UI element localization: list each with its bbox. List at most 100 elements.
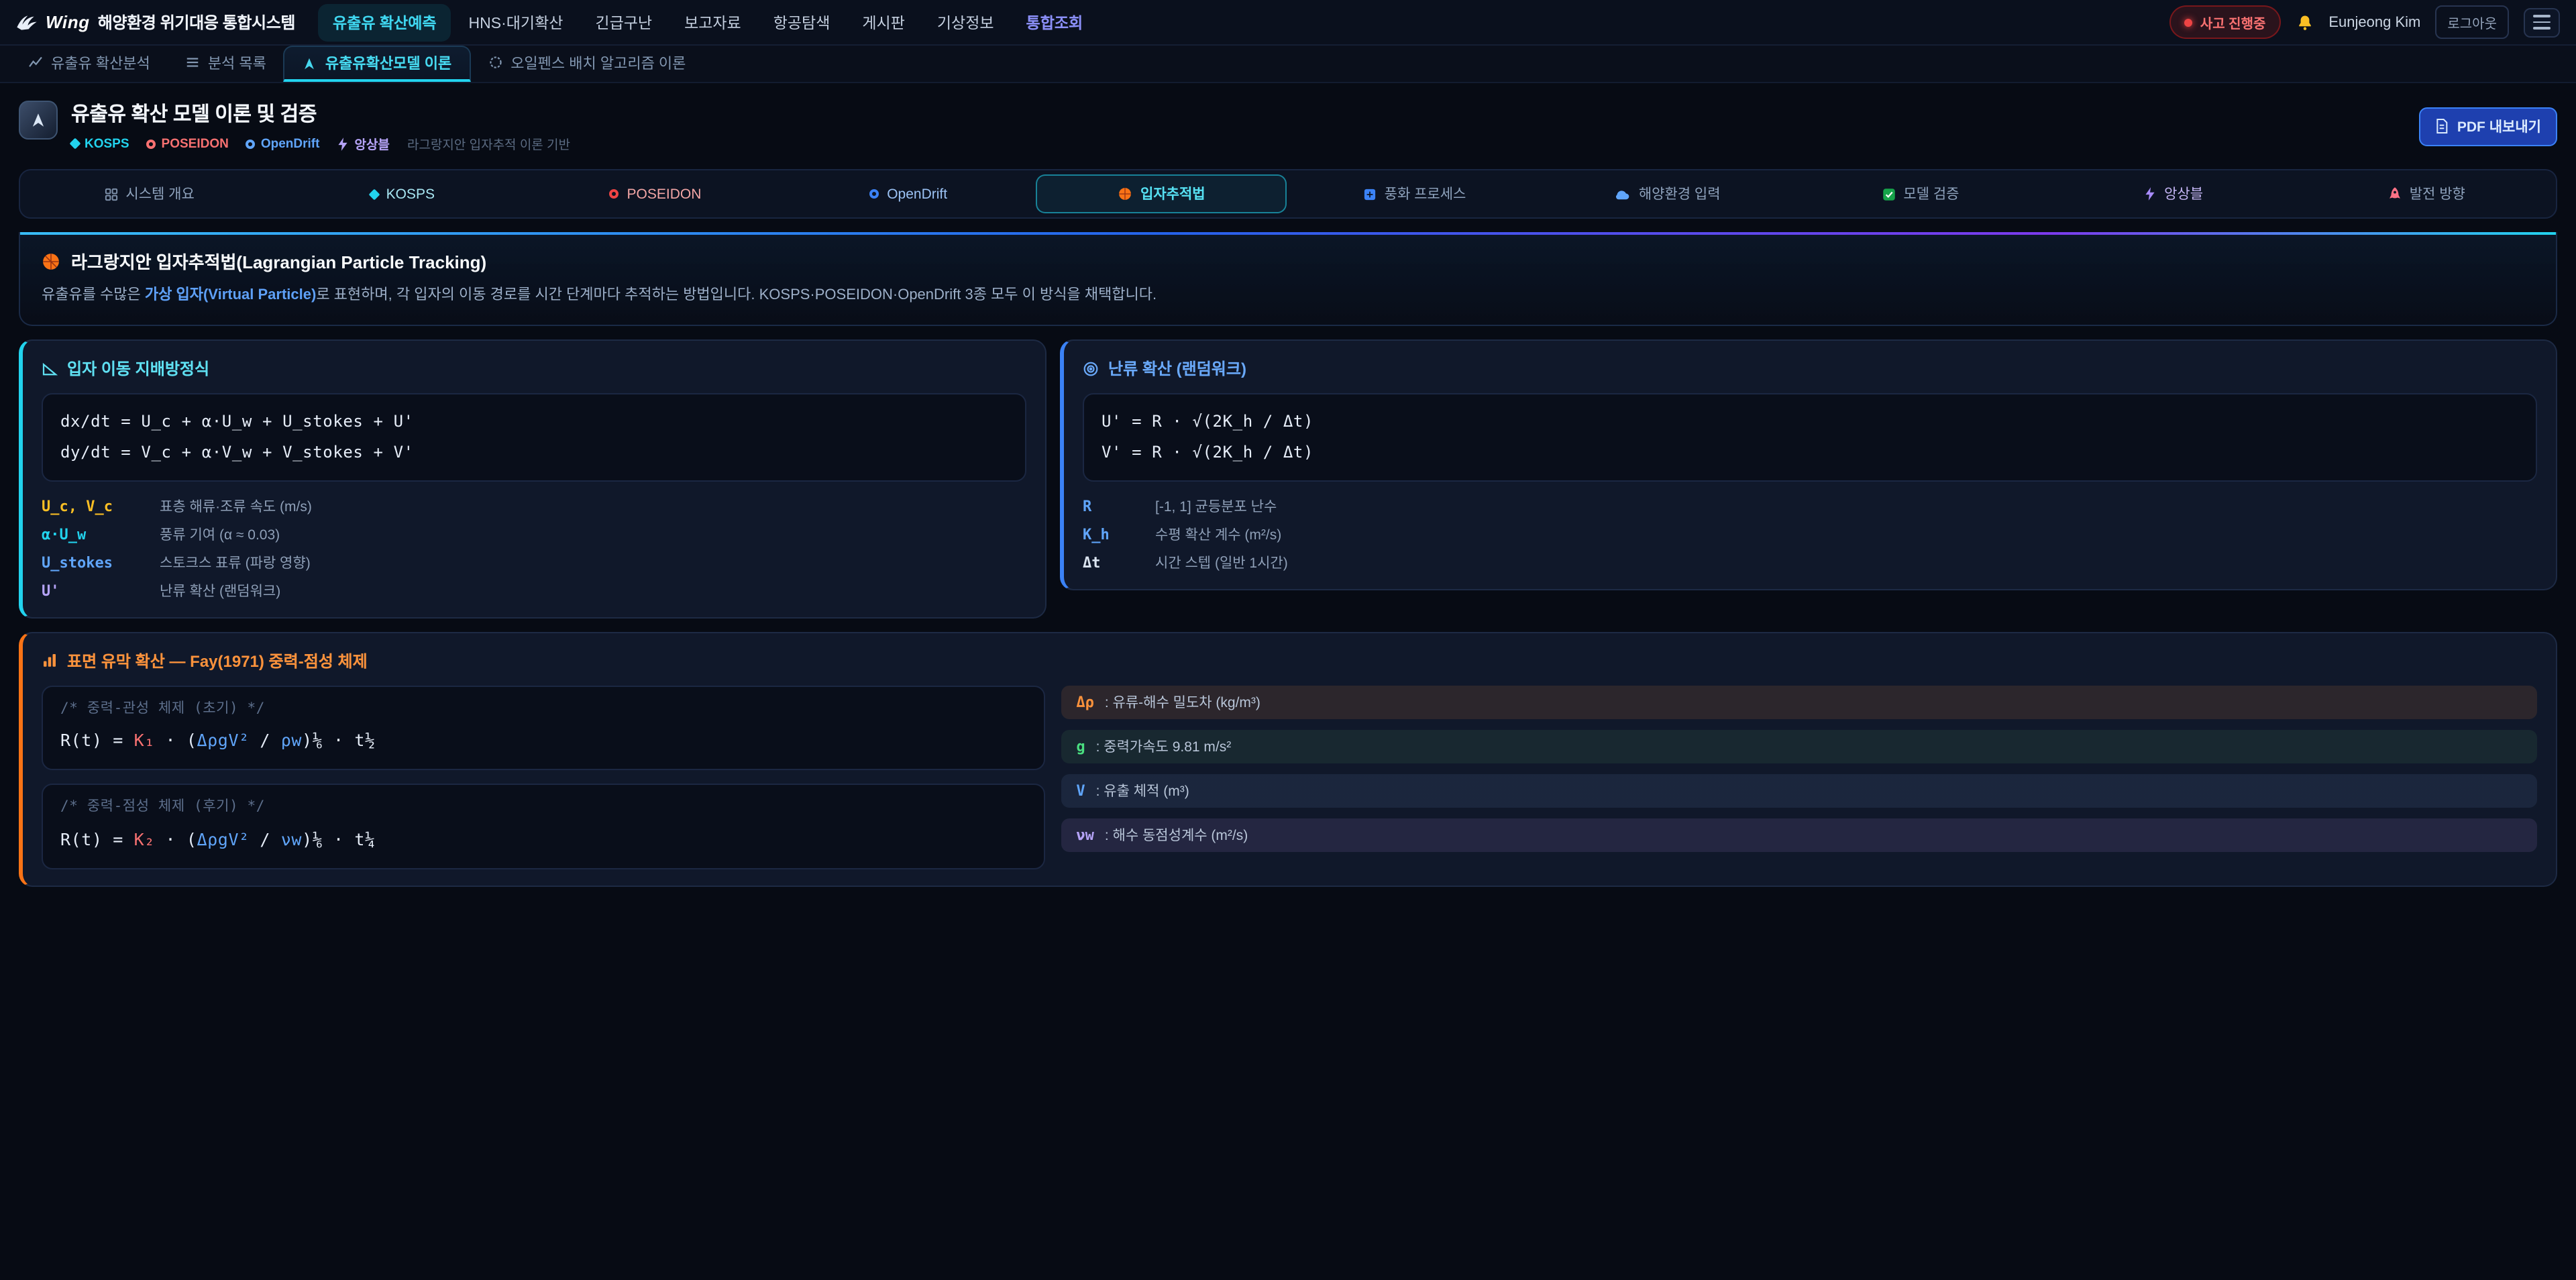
rocket-icon — [2388, 186, 2402, 201]
tab-oil-fence-algorithm[interactable]: 오일펜스 배치 알고리즘 이론 — [470, 46, 703, 82]
card-title: 난류 확산 (랜덤워크) — [1083, 357, 2537, 380]
code-line: dy/dt = V_c + α·V_w + V_stokes + V' — [60, 437, 1008, 468]
nav-item-emergency-rescue[interactable]: 긴급구난 — [580, 3, 667, 41]
section-tab-system-overview[interactable]: 시스템 개요 — [24, 174, 274, 213]
section-tab-future-direction[interactable]: 발전 방향 — [2302, 174, 2552, 213]
tab-spill-analysis[interactable]: 유출유 확산분석 — [11, 46, 168, 82]
section-tab-ocean-env-input[interactable]: 해양환경 입력 — [1542, 174, 1792, 213]
virtual-particle-highlight: 가상 입자(Virtual Particle) — [145, 287, 316, 303]
nav-item-board[interactable]: 게시판 — [847, 3, 920, 41]
fay-formula-block-initial: /* 중력-관성 체제 (초기) */ R(t) = K₁ · (ΔρgV² /… — [42, 685, 1045, 770]
incident-status-badge[interactable]: 사고 진행중 — [2169, 5, 2281, 39]
legend-row: R [-1, 1] 균등분포 난수 — [1083, 496, 2537, 516]
grid-icon — [104, 187, 117, 201]
equation-cards-row: 입자 이동 지배방정식 dx/dt = U_c + α·U_w + U_stok… — [19, 339, 2557, 618]
diamond-icon — [70, 138, 81, 150]
document-icon — [2436, 118, 2449, 134]
bar-chart-icon — [42, 652, 58, 668]
section-tab-poseidon[interactable]: POSEIDON — [530, 174, 780, 213]
brand-logo-text: Wing — [46, 12, 90, 32]
process-icon — [1363, 187, 1377, 201]
section-tab-kosps[interactable]: KOSPS — [277, 174, 527, 213]
sub-navigation-bar: 유출유 확산분석 분석 목록 유출유확산모델 이론 오일펜스 배치 알고리즘 이… — [0, 46, 2576, 83]
lightning-icon — [337, 136, 349, 151]
legend-row: Δt 시간 스텝 (일반 1시간) — [1083, 552, 2537, 572]
notification-bell-icon[interactable] — [2295, 13, 2314, 32]
main-nav: 유출유 확산예측 HNS·대기확산 긴급구난 보고자료 항공탐색 게시판 기상정… — [318, 3, 1097, 41]
nav-item-reports[interactable]: 보고자료 — [669, 3, 756, 41]
brand: Wing 해양환경 위기대응 통합시스템 — [16, 11, 305, 34]
definition-row: Δρ : 유류-해수 밀도차 (kg/m³) — [1061, 685, 2537, 718]
intro-body: 유출유를 수많은 가상 입자(Virtual Particle)로 표현하며, … — [42, 284, 2534, 307]
page-subtitle: 라그랑지안 입자추적 이론 기반 — [407, 134, 570, 153]
fay-formula-block-late: /* 중력-점성 체제 (후기) */ R(t) = K₂ · (ΔρgV² /… — [42, 784, 1045, 869]
nav-item-aerial-search[interactable]: 항공탐색 — [759, 3, 845, 41]
particle-orange-icon — [1118, 186, 1132, 201]
incident-dot-icon — [2184, 18, 2192, 26]
nav-item-weather-info[interactable]: 기상정보 — [922, 3, 1009, 41]
cyclone-icon — [1083, 360, 1099, 376]
section-tab-ensemble[interactable]: 앙상블 — [2049, 174, 2299, 213]
governing-equation-code: dx/dt = U_c + α·U_w + U_stokes + U' dy/d… — [42, 393, 1026, 481]
subtab-label: 유출유확산모델 이론 — [325, 52, 451, 74]
code-line: dx/dt = U_c + α·U_w + U_stokes + U' — [60, 407, 1008, 437]
page-header: 유출유 확산 모델 이론 및 검증 KOSPS POSEIDON OpenDri… — [0, 83, 2576, 162]
check-icon — [1882, 187, 1895, 201]
lightning-icon — [2144, 186, 2156, 201]
incident-badge-label: 사고 진행중 — [2200, 12, 2266, 32]
legend-row: U_stokes 스토크스 표류 (파랑 영향) — [42, 552, 1026, 572]
tab-analysis-list[interactable]: 분석 목록 — [168, 46, 284, 82]
model-theory-icon — [303, 56, 317, 70]
formula-line: R(t) = K₁ · (ΔρgV² / ρw)⅙ · t½ — [60, 725, 1026, 757]
lagrangian-intro-panel: 라그랑지안 입자추적법(Lagrangian Particle Tracking… — [19, 232, 2557, 326]
turbulent-diffusion-card: 난류 확산 (랜덤워크) U' = R · √(2K_h / Δt) V' = … — [1060, 339, 2557, 590]
code-line: V' = R · √(2K_h / Δt) — [1102, 437, 2518, 468]
nav-item-integrated-search[interactable]: 통합조회 — [1012, 3, 1098, 41]
legend-row: U_c, V_c 표층 해류·조류 속도 (m/s) — [42, 496, 1026, 516]
section-tab-bar: 시스템 개요 KOSPS POSEIDON OpenDrift 입자추적법 — [19, 169, 2557, 219]
ring-icon — [147, 139, 156, 148]
section-tab-opendrift[interactable]: OpenDrift — [784, 174, 1034, 213]
badge-poseidon: POSEIDON — [147, 136, 229, 151]
intro-title: 라그랑지안 입자추적법(Lagrangian Particle Tracking… — [71, 248, 486, 274]
page-title: 유출유 확산 모델 이론 및 검증 — [71, 99, 570, 127]
subtab-label: 오일펜스 배치 알고리즘 이론 — [511, 52, 686, 73]
app-root: Wing 해양환경 위기대응 통합시스템 유출유 확산예측 HNS·대기확산 긴… — [0, 0, 2576, 1280]
model-badge-row: KOSPS POSEIDON OpenDrift 앙상블 라그랑지안 입자추적 … — [71, 134, 570, 153]
topbar-right: 사고 진행중 Eunjeong Kim 로그아웃 — [2169, 5, 2560, 39]
brand-title: 해양환경 위기대응 통합시스템 — [98, 11, 295, 34]
ring-icon — [246, 139, 256, 148]
top-navigation-bar: Wing 해양환경 위기대응 통합시스템 유출유 확산예측 HNS·대기확산 긴… — [0, 0, 2576, 46]
particle-orange-icon — [42, 252, 60, 270]
diamond-icon — [368, 189, 380, 200]
fay-content: /* 중력-관성 체제 (초기) */ R(t) = K₁ · (ΔρgV² /… — [42, 685, 2537, 869]
code-line: U' = R · √(2K_h / Δt) — [1102, 407, 2518, 437]
wing-logo-icon — [16, 13, 38, 32]
nav-item-hns-dispersion[interactable]: HNS·대기확산 — [454, 3, 578, 41]
section-tab-model-validation[interactable]: 모델 검증 — [1795, 174, 2045, 213]
formula-comment: /* 중력-관성 체제 (초기) */ — [60, 698, 1026, 718]
tab-diffusion-model-theory[interactable]: 유출유확산모델 이론 — [284, 46, 470, 82]
badge-ensemble: 앙상블 — [337, 134, 389, 153]
nav-item-spill-prediction[interactable]: 유출유 확산예측 — [318, 3, 451, 41]
badge-kosps: KOSPS — [71, 136, 129, 151]
nib-icon — [30, 111, 47, 129]
user-name: Eunjeong Kim — [2328, 14, 2420, 30]
subtab-label: 유출유 확산분석 — [51, 52, 150, 73]
logout-button[interactable]: 로그아웃 — [2435, 5, 2509, 39]
definition-row: V : 유출 체적 (m³) — [1061, 774, 2537, 807]
legend-row: α·U_w 풍류 기여 (α ≈ 0.03) — [42, 524, 1026, 544]
ring-icon — [869, 189, 879, 199]
page-icon — [19, 101, 58, 140]
pdf-export-button[interactable]: PDF 내보내기 — [2420, 107, 2557, 146]
list-icon — [185, 55, 200, 70]
section-tab-weathering-process[interactable]: 풍화 프로세스 — [1289, 174, 1540, 213]
hamburger-menu-button[interactable] — [2524, 7, 2560, 37]
definition-row: g : 중력가속도 9.81 m/s² — [1061, 729, 2537, 763]
section-tab-particle-tracking[interactable]: 입자추적법 — [1036, 174, 1287, 213]
card-title: 입자 이동 지배방정식 — [42, 357, 1026, 380]
fay-definitions: Δρ : 유류-해수 밀도차 (kg/m³) g : 중력가속도 9.81 m/… — [1061, 685, 2537, 851]
legend-row: U' 난류 확산 (랜덤워크) — [42, 580, 1026, 600]
card-title: 표면 유막 확산 — Fay(1971) 중력-점성 체제 — [42, 649, 2537, 672]
intro-title-row: 라그랑지안 입자추적법(Lagrangian Particle Tracking… — [42, 248, 2534, 274]
